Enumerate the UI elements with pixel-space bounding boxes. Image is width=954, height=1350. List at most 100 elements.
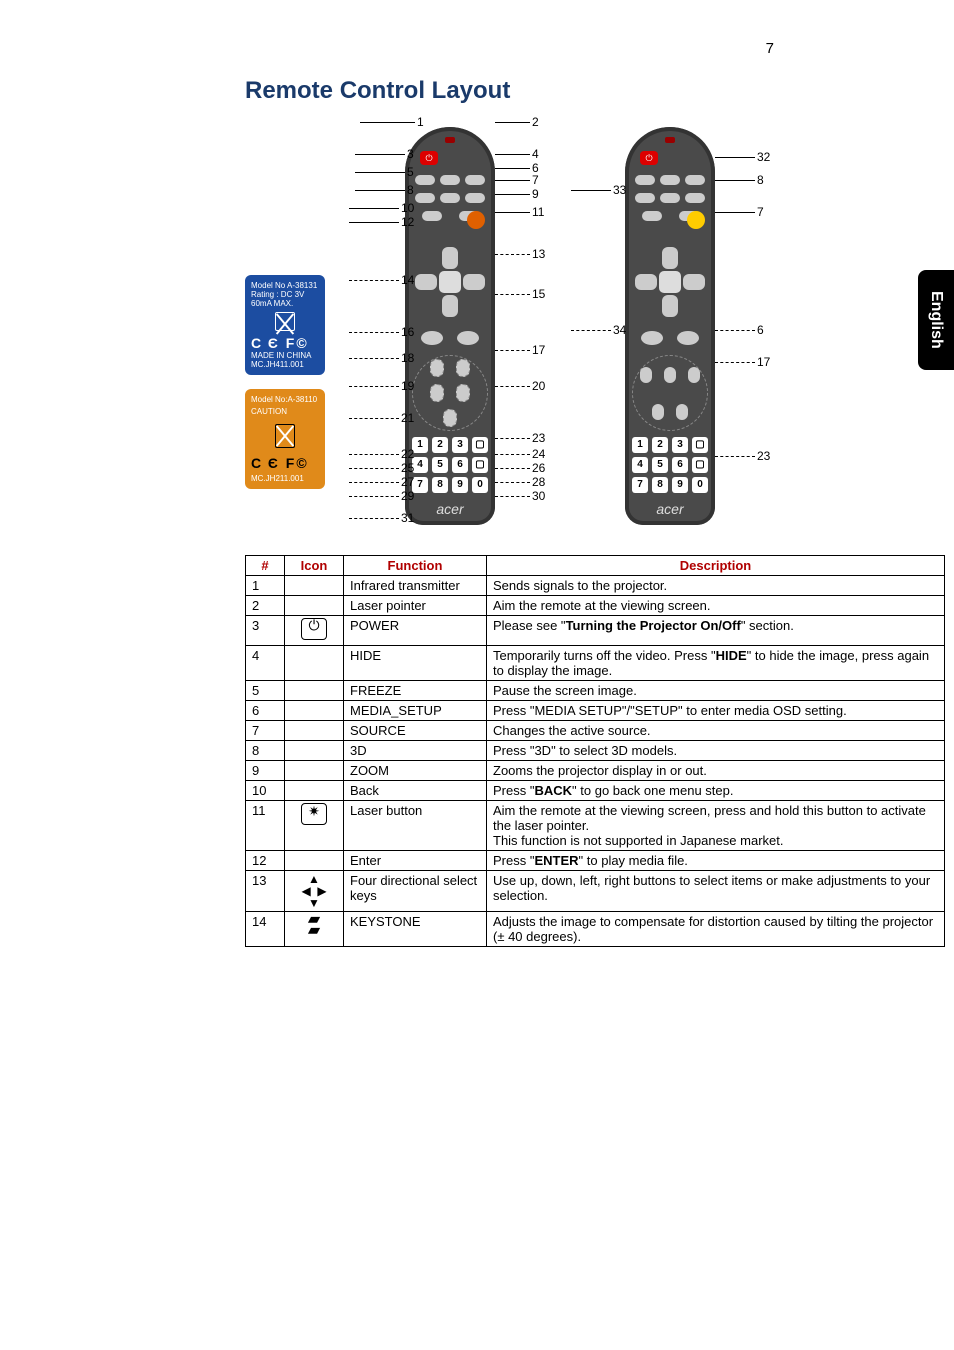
row-fn: KEYSTONE (344, 912, 487, 947)
co-30: 30 (532, 489, 545, 503)
co-17: 17 (532, 343, 545, 357)
row-num: 2 (246, 596, 285, 616)
th-icon: Icon (285, 556, 344, 576)
row-num: 1 (246, 576, 285, 596)
co-15: 15 (532, 287, 545, 301)
row-icon (285, 761, 344, 781)
section-title: Remote Control Layout (245, 77, 884, 105)
co-3: 3 (407, 147, 414, 161)
row-desc: Please see "Turning the Projector On/Off… (487, 616, 945, 646)
co-28: 28 (532, 475, 545, 489)
row-desc: Sends signals to the projector. (487, 576, 945, 596)
co-r17: 17 (757, 355, 770, 369)
co-23: 23 (532, 431, 545, 445)
co-31: 31 (401, 511, 414, 525)
co-20: 20 (532, 379, 545, 393)
row-desc: Temporarily turns off the video. Press "… (487, 646, 945, 681)
co-12: 12 (401, 215, 414, 229)
row-desc: Changes the active source. (487, 721, 945, 741)
row-fn: HIDE (344, 646, 487, 681)
co-r6: 6 (757, 323, 764, 337)
table-row: 3POWERPlease see "Turning the Projector … (246, 616, 945, 646)
co-2: 2 (532, 115, 539, 129)
table-row: 1 Infrared transmitterSends signals to th… (246, 576, 945, 596)
co-16: 16 (401, 325, 414, 339)
table-row: 9 ZOOMZooms the projector display in or o… (246, 761, 945, 781)
row-fn: Back (344, 781, 487, 801)
co-27: 27 (401, 475, 414, 489)
row-fn: Enter (344, 851, 487, 871)
table-row: 12 EnterPress "ENTER" to play media file. (246, 851, 945, 871)
row-icon (285, 576, 344, 596)
row-fn: Laser pointer (344, 596, 487, 616)
co-18: 18 (401, 351, 414, 365)
row-num: 11 (246, 801, 285, 851)
row-fn: ZOOM (344, 761, 487, 781)
row-desc: Aim the remote at the viewing screen, pr… (487, 801, 945, 851)
co-24: 24 (532, 447, 545, 461)
co-7: 7 (532, 173, 539, 187)
row-num: 14 (246, 912, 285, 947)
row-fn: POWER (344, 616, 487, 646)
co-r23: 23 (757, 449, 770, 463)
keystone-icon: ▰▰ (291, 914, 337, 936)
row-desc: Zooms the projector display in or out. (487, 761, 945, 781)
co-10: 10 (401, 201, 414, 215)
row-icon (285, 616, 344, 646)
row-desc: Press "ENTER" to play media file. (487, 851, 945, 871)
co-19: 19 (401, 379, 414, 393)
row-num: 5 (246, 681, 285, 701)
co-8: 8 (407, 183, 414, 197)
co-r34: 34 (613, 323, 626, 337)
co-26: 26 (532, 461, 545, 475)
co-4: 4 (532, 147, 539, 161)
row-num: 6 (246, 701, 285, 721)
row-fn: 3D (344, 741, 487, 761)
row-desc: Adjusts the image to compensate for dist… (487, 912, 945, 947)
row-icon (285, 781, 344, 801)
co-r32: 32 (757, 150, 770, 164)
row-desc: Press "BACK" to go back one menu step. (487, 781, 945, 801)
row-num: 9 (246, 761, 285, 781)
row-icon (285, 646, 344, 681)
co-r8: 8 (757, 173, 764, 187)
co-29: 29 (401, 489, 414, 503)
table-row: 5FREEZEPause the screen image. (246, 681, 945, 701)
table-row: 13▲◀ ▶▼Four directional select keysUse u… (246, 871, 945, 912)
row-num: 10 (246, 781, 285, 801)
laser-icon (301, 803, 327, 825)
row-icon: ▲◀ ▶▼ (285, 871, 344, 912)
page-number: 7 (70, 40, 884, 57)
row-icon (285, 801, 344, 851)
co-21: 21 (401, 411, 414, 425)
table-row: 6MEDIA_SETUPPress "MEDIA SETUP"/"SETUP" … (246, 701, 945, 721)
arrows-icon: ▲◀ ▶▼ (291, 873, 337, 909)
table-row: 8 3DPress "3D" to select 3D models. (246, 741, 945, 761)
row-fn: SOURCE (344, 721, 487, 741)
functions-table: # Icon Function Description 1Infrared tr… (245, 555, 945, 947)
table-row: 14 ▰▰ KEYSTONEAdjusts the image to compens… (246, 912, 945, 947)
row-num: 8 (246, 741, 285, 761)
table-row: 11Laser buttonAim the remote at the view… (246, 801, 945, 851)
table-row: 7 SOURCEChanges the active source. (246, 721, 945, 741)
co-r7: 7 (757, 205, 764, 219)
row-fn: Infrared transmitter (344, 576, 487, 596)
co-9: 9 (532, 187, 539, 201)
row-icon (285, 701, 344, 721)
co-14: 14 (401, 273, 414, 287)
co-25: 25 (401, 461, 414, 475)
table-row: 4HIDETemporarily turns off the video. Pr… (246, 646, 945, 681)
co-r33: 33 (613, 183, 626, 197)
power-icon (301, 618, 327, 640)
row-desc: Use up, down, left, right buttons to sel… (487, 871, 945, 912)
row-num: 13 (246, 871, 285, 912)
row-icon: ▰▰ (285, 912, 344, 947)
row-num: 7 (246, 721, 285, 741)
co-22: 22 (401, 447, 414, 461)
row-num: 12 (246, 851, 285, 871)
row-desc: Press "3D" to select 3D models. (487, 741, 945, 761)
co-11: 11 (532, 205, 544, 219)
co-5: 5 (407, 165, 414, 179)
remote-layout-figure: Model No A-38131 Rating : DC 3V 60mA MAX… (245, 115, 945, 545)
row-desc: Pause the screen image. (487, 681, 945, 701)
